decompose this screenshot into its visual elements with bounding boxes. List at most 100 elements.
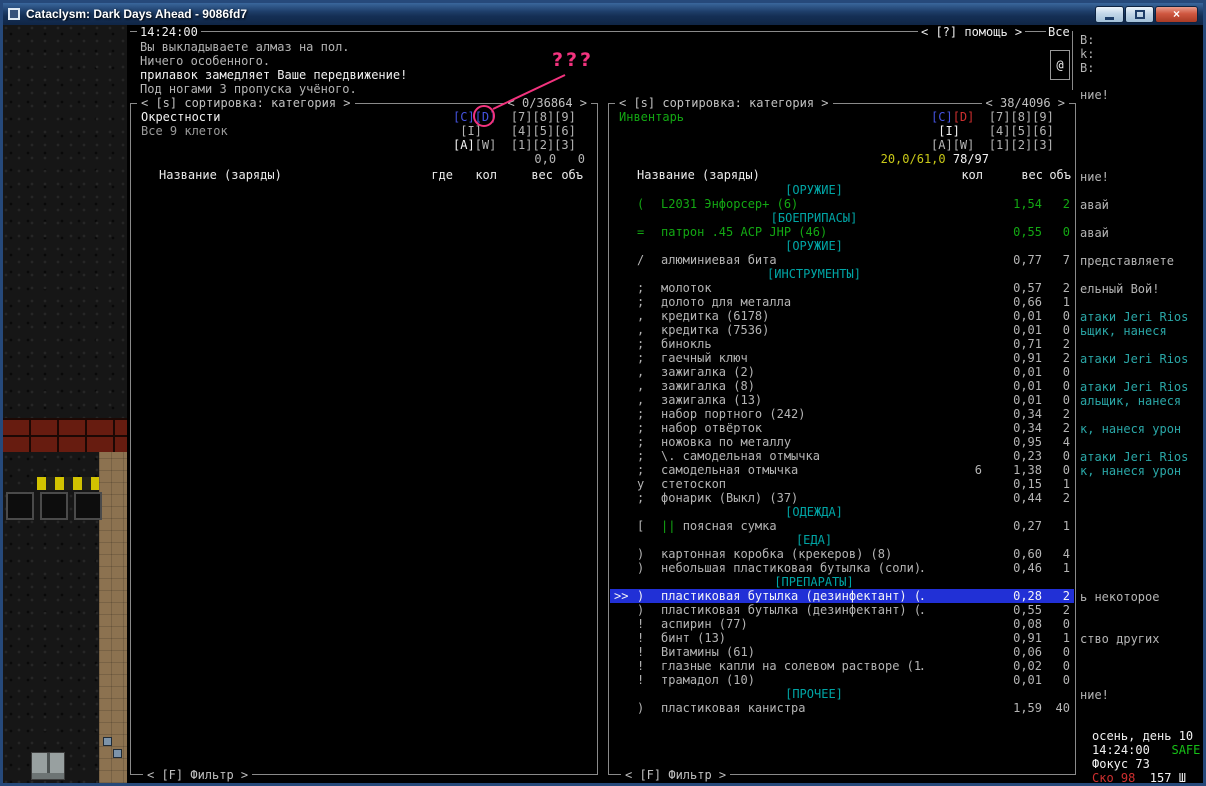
item-symbol: ! <box>637 631 645 645</box>
text-segment: к, нанеся урон <box>1080 422 1182 436</box>
item-qty <box>924 393 982 407</box>
item-volume: 2 <box>1062 281 1070 295</box>
item-symbol: , <box>637 393 645 407</box>
sidebar-line: осень, день 10 <box>1092 729 1193 743</box>
inventory-item-row[interactable]: ! трамадол (10) 0,01 0 <box>610 673 1074 687</box>
sidebar-line: к, нанеся урон <box>1080 464 1181 478</box>
inventory-item-row[interactable]: y стетоскоп 0,15 1 <box>610 477 1074 491</box>
item-symbol: ; <box>637 491 645 505</box>
col-weight: вес <box>1021 168 1043 182</box>
item-name: зажигалка (8) <box>661 379 755 393</box>
inventory-item-row[interactable]: ! бинт (13) 0,91 1 <box>610 631 1074 645</box>
pane-tab-row: [A][W] [1][2][3] <box>453 138 576 152</box>
close-button[interactable]: × <box>1155 5 1198 23</box>
title-bar[interactable]: Cataclysm: Dark Days Ahead - 9086fd7 × <box>3 3 1203 25</box>
inventory-item-row[interactable]: / алюминиевая бита 0,77 7 <box>610 253 1074 267</box>
text-segment: Фокус 73 <box>1092 757 1150 771</box>
selection-marker <box>614 477 637 491</box>
text-segment: ние! <box>1080 88 1109 102</box>
inventory-item-row[interactable]: ; фонарик (Выкл) (37) 0,44 2 <box>610 491 1074 505</box>
item-volume: 1 <box>1062 519 1070 533</box>
selection-marker <box>614 379 637 393</box>
inventory-item-row[interactable]: >>) пластиковая бутылка (дезинфектант) (…… <box>610 589 1074 603</box>
sidebar-line: Фокус 73 <box>1092 757 1150 771</box>
item-name: зажигалка (13) <box>661 393 763 407</box>
help-link[interactable]: < [?] помощь > <box>918 25 1026 39</box>
inventory-item-row[interactable]: , зажигалка (8) 0,01 0 <box>610 379 1074 393</box>
item-volume: 0 <box>1062 379 1070 393</box>
inventory-item-row[interactable]: ) пластиковая бутылка (дезинфектант) (… 0,… <box>610 603 1074 617</box>
item-qty: 6 <box>974 463 982 477</box>
inventory-item-row[interactable]: ; \. самодельная отмычка 0,23 0 <box>610 449 1074 463</box>
selection-marker <box>614 365 637 379</box>
inventory-item-row[interactable]: ; набор отвёрток 0,34 2 <box>610 421 1074 435</box>
inventory-item-row[interactable]: = патрон .45 ACP JHP (46) 0,55 0 <box>610 225 1074 239</box>
item-qty <box>924 701 982 715</box>
pane-stats: 0,0 0 <box>534 152 585 166</box>
inventory-item-row[interactable]: ; самодельная отмычка 6 1,38 0 <box>610 463 1074 477</box>
selection-marker <box>614 435 637 449</box>
pane-tab <box>496 110 510 124</box>
inventory-item-row[interactable]: ) картонная коробка (крекеров) (8) 0,60 4 <box>610 547 1074 561</box>
inventory-item-row[interactable]: , зажигалка (2) 0,01 0 <box>610 365 1074 379</box>
text-segment: B: <box>1080 61 1095 75</box>
minimize-button[interactable] <box>1095 5 1124 23</box>
text-segment: 20,0/61,0 <box>880 152 946 166</box>
inventory-item-row[interactable]: ; бинокль 0,71 2 <box>610 337 1074 351</box>
inventory-item-row[interactable]: ! глазные капли на солевом растворе (1… 0,… <box>610 659 1074 673</box>
item-qty <box>924 351 982 365</box>
item-volume: 7 <box>1062 253 1070 267</box>
text-segment: Ско 98 <box>1092 771 1136 783</box>
item-qty <box>924 449 982 463</box>
inventory-item-row[interactable]: , зажигалка (13) 0,01 0 <box>610 393 1074 407</box>
item-qty <box>924 295 982 309</box>
item-name: кредитка (6178) <box>661 309 770 323</box>
inventory-item-row[interactable]: ! аспирин (77) 0,08 0 <box>610 617 1074 631</box>
map-view[interactable] <box>3 25 127 783</box>
item-name: бинокль <box>661 337 712 351</box>
wood-floor-tiles <box>99 452 127 783</box>
pane-tab <box>974 138 988 152</box>
minimize-icon <box>1105 16 1114 20</box>
inventory-item-row[interactable]: ) пластиковая канистра 1,59 40 <box>610 701 1074 715</box>
item-name: || поясная сумка <box>661 519 777 533</box>
maximize-button[interactable] <box>1125 5 1154 23</box>
item-symbol: ; <box>637 463 645 477</box>
pane-tab: [4][5][6] <box>988 124 1054 138</box>
inventory-item-row[interactable]: , кредитка (6178) 0,01 0 <box>610 309 1074 323</box>
item-qty <box>924 659 982 673</box>
item-symbol: , <box>637 365 645 379</box>
sort-control[interactable]: < [s] сортировка: категория > <box>137 96 355 110</box>
inventory-item-row[interactable]: , кредитка (7536) 0,01 0 <box>610 323 1074 337</box>
inventory-item-row[interactable]: ; долото для металла 0,66 1 <box>610 295 1074 309</box>
pane-tab-row: [I] [4][5][6] <box>931 124 1054 138</box>
item-qty <box>924 197 982 211</box>
inventory-item-row[interactable]: ; ножовка по металлу 0,95 4 <box>610 435 1074 449</box>
text-segment: 14:24:00 <box>1092 743 1172 757</box>
inventory-item-row[interactable]: ; молоток 0,57 2 <box>610 281 1074 295</box>
text-segment: атаки Jeri Rios <box>1080 450 1189 464</box>
col-vol: объ <box>1049 168 1071 182</box>
inventory-item-row[interactable]: ) небольшая пластиковая бутылка (соли)… 0,… <box>610 561 1074 575</box>
inventory-item-row[interactable]: ; гаечный ключ 0,91 2 <box>610 351 1074 365</box>
worn-indicator: || <box>661 519 683 533</box>
sidebar-line: k: <box>1080 47 1094 61</box>
item-volume: 1 <box>1062 477 1070 491</box>
sidebar-line: атаки Jeri Rios <box>1080 380 1188 394</box>
item-qty <box>924 281 982 295</box>
item-qty <box>924 435 982 449</box>
inventory-item-row[interactable]: ; набор портного (242) 0,34 2 <box>610 407 1074 421</box>
inventory-item-row[interactable]: ! Витамины (61) 0,06 0 <box>610 645 1074 659</box>
inventory-item-row[interactable]: [|| поясная сумка 0,27 1 <box>610 519 1074 533</box>
inventory-item-row[interactable]: (L2031 Энфорсер+ (6) 1,54 2 <box>610 197 1074 211</box>
text-segment: ельный Вой! <box>1080 282 1160 296</box>
text-segment: альщик, нанеся <box>1080 394 1182 408</box>
sort-control[interactable]: < [s] сортировка: категория > <box>615 96 833 110</box>
item-symbol: ) <box>637 603 645 617</box>
filter-control[interactable]: < [F] Фильтр > <box>143 768 253 782</box>
item-weight: 0,27 <box>1013 519 1042 533</box>
filter-control[interactable]: < [F] Фильтр > <box>621 768 731 782</box>
selection-marker <box>614 463 637 477</box>
inventory-list: [ОРУЖИЕ] (L2031 Энфорсер+ (6) 1,54 2 [БОЕПРИ… <box>610 183 1074 715</box>
item-qty <box>924 491 982 505</box>
